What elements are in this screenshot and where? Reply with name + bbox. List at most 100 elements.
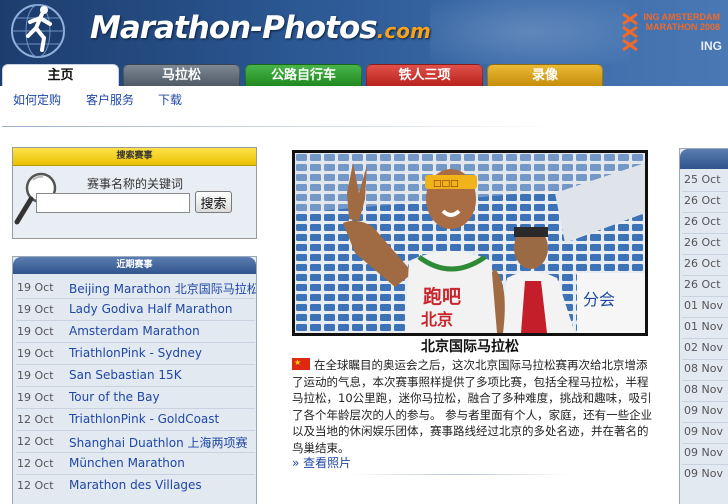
event-date: 19 Oct	[17, 325, 54, 338]
logo-suffix-text: .com	[376, 19, 431, 43]
row-divider	[682, 359, 728, 360]
search-button[interactable]: 搜索	[195, 191, 232, 213]
svg-text:□□□: □□□	[433, 179, 459, 189]
tab-video[interactable]: 录像	[487, 64, 603, 86]
download-link[interactable]: 下载	[158, 91, 182, 108]
logo-main-text: Marathon-Photos	[90, 10, 378, 46]
view-photos-link[interactable]: » 查看照片	[292, 454, 351, 471]
event-link[interactable]: Marathon des Villages	[69, 478, 202, 492]
list-item[interactable]: 12 Oct TriathlonPink - GoldCoast	[13, 409, 256, 431]
feature-description: 在全球瞩目的奥运会之后，这次北京国际马拉松赛再次给北京增添了运动的气息，本次赛事…	[292, 355, 658, 456]
list-item[interactable]: 12 Oct Shanghai Duathlon 上海两项赛	[13, 431, 256, 453]
china-flag-icon	[292, 355, 310, 372]
sponsor-line1: ING AMSTERDAM	[643, 12, 720, 22]
list-item[interactable]: 19 Oct Tour of the Bay	[13, 387, 256, 409]
event-link[interactable]: TriathlonPink - GoldCoast	[69, 412, 219, 426]
event-date: 19 Oct	[17, 281, 54, 294]
event-date: 19 Oct	[17, 347, 54, 360]
how-to-order-link[interactable]: 如何定购	[13, 91, 61, 108]
row-divider	[682, 464, 728, 465]
event-link[interactable]: Tour of the Bay	[69, 390, 160, 404]
row-divider	[682, 338, 728, 339]
sub-navigation: 如何定购 客户服务 下载	[0, 86, 728, 110]
event-link[interactable]: München Marathon	[69, 456, 185, 470]
runner-globe-logo-icon[interactable]	[8, 2, 70, 60]
event-date[interactable]: 01 Nov	[684, 320, 723, 333]
event-date[interactable]: 26 Oct	[684, 257, 721, 270]
event-date: 12 Oct	[17, 413, 54, 426]
event-date[interactable]: 08 Nov	[684, 383, 723, 396]
event-date: 19 Oct	[17, 391, 54, 404]
row-divider	[682, 275, 728, 276]
header-glow	[430, 0, 630, 64]
tab-triathlon[interactable]: 铁人三项	[366, 64, 483, 86]
upcoming-events-header	[680, 149, 728, 169]
event-link[interactable]: Amsterdam Marathon	[69, 324, 200, 338]
row-divider	[682, 422, 728, 423]
event-link[interactable]: Shanghai Duathlon 上海两项赛	[69, 434, 248, 451]
feature-text: 在全球瞩目的奥运会之后，这次北京国际马拉松赛再次给北京增添了运动的气息，本次赛事…	[292, 358, 653, 455]
event-date[interactable]: 08 Nov	[684, 362, 723, 375]
row-divider	[682, 401, 728, 402]
event-date[interactable]: 26 Oct	[684, 215, 721, 228]
event-date: 19 Oct	[17, 369, 54, 382]
event-date[interactable]: 09 Nov	[684, 425, 723, 438]
event-link[interactable]: San Sebastian 15K	[69, 368, 182, 382]
svg-text:北京: 北京	[421, 310, 453, 329]
event-link[interactable]: Beijing Marathon 北京国际马拉松	[69, 280, 256, 297]
search-input[interactable]	[36, 193, 190, 213]
list-item[interactable]: 12 Oct Marathon des Villages	[13, 475, 256, 497]
event-date[interactable]: 02 Nov	[684, 341, 723, 354]
event-link[interactable]: TriathlonPink - Sydney	[69, 346, 202, 360]
main-tabs: 主页 马拉松 公路自行车 铁人三项 录像	[0, 64, 728, 86]
tab-home[interactable]: 主页	[2, 64, 119, 86]
event-date[interactable]: 25 Oct	[684, 173, 721, 186]
list-item[interactable]: 12 Oct München Marathon	[13, 453, 256, 475]
recent-events-panel: 近期赛事 19 Oct Beijing Marathon 北京国际马拉松 19 …	[12, 256, 257, 504]
row-divider	[682, 254, 728, 255]
site-logo[interactable]: Marathon-Photos.com	[90, 10, 431, 46]
row-divider	[682, 317, 728, 318]
list-item[interactable]: 19 Oct TriathlonPink - Sydney	[13, 343, 256, 365]
event-link[interactable]: Lady Godiva Half Marathon	[69, 302, 232, 316]
row-divider	[682, 212, 728, 213]
row-divider	[682, 233, 728, 234]
event-date: 19 Oct	[17, 303, 54, 316]
amsterdam-crosses-icon	[622, 12, 638, 52]
tab-marathon[interactable]: 马拉松	[123, 64, 240, 86]
search-keyword-label: 赛事名称的关键词	[87, 177, 184, 191]
feature-title: 北京国际马拉松	[421, 339, 519, 355]
sponsor-brand: ING	[700, 39, 722, 53]
event-date[interactable]: 09 Nov	[684, 467, 723, 480]
svg-text:跑吧: 跑吧	[423, 285, 461, 308]
event-date[interactable]: 26 Oct	[684, 236, 721, 249]
row-divider	[682, 443, 728, 444]
customer-service-link[interactable]: 客户服务	[86, 91, 134, 108]
list-item[interactable]: 19 Oct Amsterdam Marathon	[13, 321, 256, 343]
upcoming-events-panel: 25 Oct 26 Oct 26 Oct 26 Oct 26 Oct 26 Oc…	[679, 148, 728, 504]
event-date: 12 Oct	[17, 479, 54, 492]
feature-photo[interactable]: 分会 □□□ 跑吧 北京	[292, 150, 648, 336]
runner-photo-image: 分会 □□□ 跑吧 北京	[295, 153, 645, 333]
event-date[interactable]: 26 Oct	[684, 278, 721, 291]
row-divider	[682, 380, 728, 381]
recent-events-title: 近期赛事	[13, 257, 256, 274]
event-date[interactable]: 26 Oct	[684, 194, 721, 207]
event-date: 12 Oct	[17, 457, 54, 470]
event-date[interactable]: 09 Nov	[684, 446, 723, 459]
row-divider	[682, 191, 728, 192]
divider	[350, 474, 570, 475]
event-date[interactable]: 09 Nov	[684, 404, 723, 417]
event-search-panel: 搜索赛事 赛事名称的关键词 搜索	[12, 147, 257, 239]
list-item[interactable]: 19 Oct San Sebastian 15K	[13, 365, 256, 387]
list-item[interactable]: 19 Oct Lady Godiva Half Marathon	[13, 299, 256, 321]
event-date: 12 Oct	[17, 435, 54, 448]
divider	[2, 126, 562, 127]
row-divider	[682, 296, 728, 297]
sponsor-line2: MARATHON 2008	[645, 22, 720, 32]
svg-text:分会: 分会	[583, 290, 615, 309]
sponsor-banner[interactable]: ING AMSTERDAM MARATHON 2008 ING	[614, 6, 724, 56]
event-date[interactable]: 01 Nov	[684, 299, 723, 312]
tab-road-cycling[interactable]: 公路自行车	[245, 64, 362, 86]
list-item[interactable]: 19 Oct Beijing Marathon 北京国际马拉松	[13, 277, 256, 299]
